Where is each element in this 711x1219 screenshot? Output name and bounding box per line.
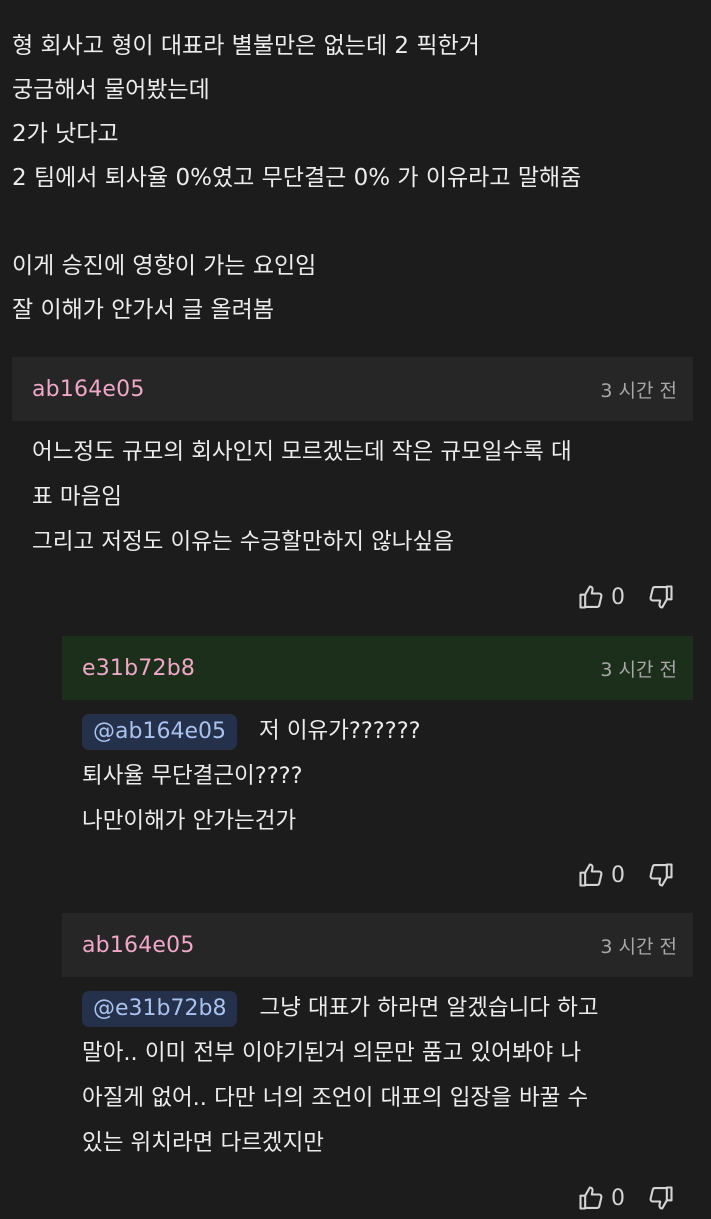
mention-tag[interactable]: @e31b72b8 [82, 991, 238, 1027]
comment-text: 저 이유가?????? [258, 718, 421, 744]
comment-author[interactable]: e31b72b8 [82, 656, 195, 681]
comment-timestamp: 3 시간 전 [600, 658, 677, 681]
post-body: 형 회사고 형이 대표라 별불만은 없는데 2 픽한거 궁금해서 물어봤는데 2… [12, 24, 699, 332]
post-line: 잘 이해가 안가서 글 올려봄 [12, 297, 275, 323]
reply-body: @ab164e05 저 이유가?????? 퇴사율 무단결근이???? 나만이해가… [82, 709, 421, 844]
reply-body: @e31b72b8 그냥 대표가 하라면 알겠습니다 하고 말아.. 이미 전부 … [82, 986, 599, 1166]
comment-line: @e31b72b8 그냥 대표가 하라면 알겠습니다 하고 [82, 986, 599, 1031]
comment-timestamp: 3 시간 전 [600, 379, 677, 402]
thumbs-down-icon[interactable] [647, 861, 675, 889]
comment-line: 있는 위치라면 다르겠지만 [82, 1130, 325, 1156]
thumbs-up-icon[interactable] [577, 861, 605, 889]
mention-tag[interactable]: @ab164e05 [82, 714, 237, 750]
like-count: 0 [611, 862, 625, 888]
comment-author[interactable]: ab164e05 [82, 933, 195, 958]
comment-timestamp: 3 시간 전 [600, 935, 677, 958]
post-line: 형 회사고 형이 대표라 별불만은 없는데 2 픽한거 [12, 33, 480, 59]
comment-vote-row: 0 [577, 1178, 675, 1218]
like-count: 0 [611, 1185, 625, 1211]
comment-line: 말아.. 이미 전부 이야기된거 의문만 품고 있어봐야 나 [82, 1040, 582, 1066]
comment-vote-row: 0 [577, 855, 675, 895]
reply-header: ab164e05 3 시간 전 [62, 913, 693, 977]
comment-line: 어느정도 규모의 회사인지 모르겠는데 작은 규모일수록 대 [32, 439, 572, 465]
thumbs-down-icon[interactable] [647, 1184, 675, 1212]
like-count: 0 [611, 584, 625, 610]
comment-vote-row: 0 [577, 577, 675, 617]
reply-header: e31b72b8 3 시간 전 [62, 636, 693, 700]
thumbs-up-icon[interactable] [577, 583, 605, 611]
comment-line: 표 마음임 [32, 484, 122, 510]
post-line: 2 팀에서 퇴사율 0%였고 무단결근 0% 가 이유라고 말해줌 [12, 165, 582, 191]
comment-line: 퇴사율 무단결근이???? [82, 763, 303, 789]
comment-body: 어느정도 규모의 회사인지 모르겠는데 작은 규모일수록 대 표 마음임 그리고… [32, 430, 572, 565]
post-line: 2가 낫다고 [12, 121, 119, 147]
thumbs-down-icon[interactable] [647, 583, 675, 611]
post-line: 궁금해서 물어봤는데 [12, 77, 210, 103]
comment-author[interactable]: ab164e05 [32, 377, 145, 402]
comment-line: 그리고 저정도 이유는 수긍할만하지 않나싶음 [32, 529, 454, 555]
thumbs-up-icon[interactable] [577, 1184, 605, 1212]
comment-header: ab164e05 3 시간 전 [12, 357, 693, 421]
post-line: 이게 승진에 영향이 가는 요인임 [12, 253, 317, 279]
comment-line: @ab164e05 저 이유가?????? [82, 709, 421, 754]
comment-line: 나만이해가 안가는건가 [82, 808, 297, 834]
comment-line: 아질게 없어.. 다만 너의 조언이 대표의 입장을 바꿀 수 [82, 1085, 589, 1111]
comment-text: 그냥 대표가 하라면 알겠습니다 하고 [259, 995, 599, 1021]
